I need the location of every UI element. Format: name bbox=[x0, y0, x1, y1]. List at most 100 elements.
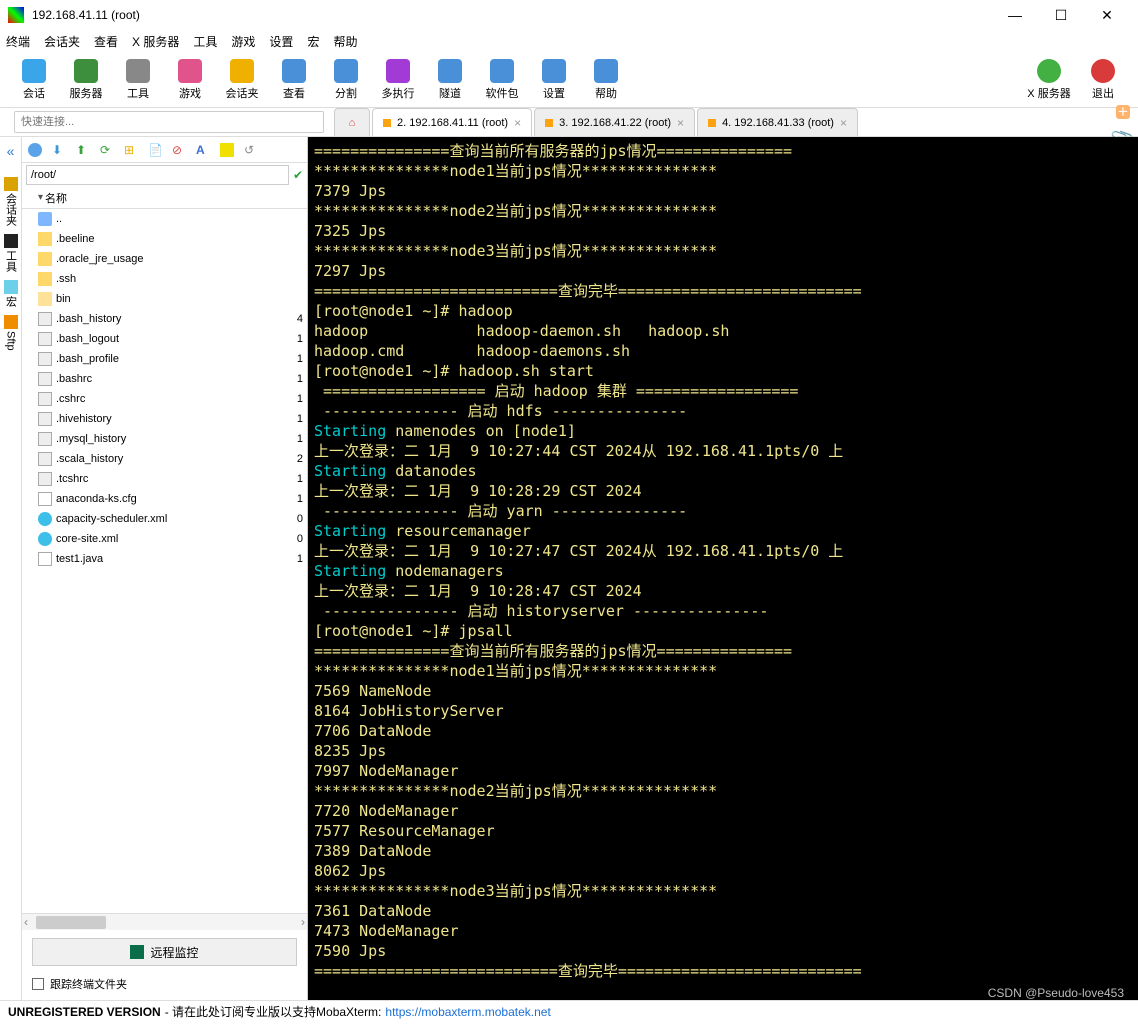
tool-游戏[interactable]: 游戏 bbox=[164, 59, 216, 101]
menu-会话夹[interactable]: 会话夹 bbox=[44, 33, 80, 50]
file-row[interactable]: .bash_profile1 bbox=[22, 349, 307, 369]
minimize-button[interactable]: — bbox=[992, 0, 1038, 30]
close-tab-icon[interactable]: × bbox=[677, 116, 684, 130]
menu-设置[interactable]: 设置 bbox=[269, 33, 293, 50]
file-icon bbox=[38, 272, 52, 286]
side-Sftp[interactable]: Sftp bbox=[3, 315, 19, 351]
sftp-panel: ⬇ ⬆ ⟳ ⊞ 📄 ⊘ A ↺ ✔ ▾ 名称 ...beeline.oracle… bbox=[22, 137, 308, 1000]
file-row[interactable]: .mysql_history1 bbox=[22, 429, 307, 449]
tool-X 服务器[interactable]: X 服务器 bbox=[1022, 59, 1076, 101]
follow-checkbox[interactable] bbox=[32, 978, 44, 990]
file-row[interactable]: .scala_history2 bbox=[22, 449, 307, 469]
side-会话夹[interactable]: 会话夹 bbox=[3, 177, 19, 226]
file-list[interactable]: ...beeline.oracle_jre_usage.sshbin.bash_… bbox=[22, 209, 307, 913]
side-icon bbox=[4, 280, 18, 294]
status-text: - 请在此处订阅专业版以支持MobaXterm: bbox=[165, 1003, 382, 1020]
file-icon bbox=[38, 372, 52, 386]
home-icon: ⌂ bbox=[349, 117, 356, 129]
download-icon[interactable]: ⬇ bbox=[52, 143, 66, 157]
h-scrollbar[interactable] bbox=[22, 913, 307, 930]
tool-设置[interactable]: 设置 bbox=[528, 59, 580, 101]
tool-隧道[interactable]: 隧道 bbox=[424, 59, 476, 101]
lightning-icon bbox=[383, 119, 391, 127]
file-icon bbox=[38, 532, 52, 546]
menu-游戏[interactable]: 游戏 bbox=[231, 33, 255, 50]
upload-icon[interactable]: ⬆ bbox=[76, 143, 90, 157]
file-row[interactable]: .ssh bbox=[22, 269, 307, 289]
maximize-button[interactable]: ☐ bbox=[1038, 0, 1084, 30]
file-icon bbox=[38, 392, 52, 406]
newfolder-icon[interactable]: ⊞ bbox=[124, 143, 138, 157]
menu-X 服务器[interactable]: X 服务器 bbox=[132, 33, 179, 50]
tool-服务器[interactable]: 服务器 bbox=[60, 59, 112, 101]
file-row[interactable]: .bashrc1 bbox=[22, 369, 307, 389]
close-tab-icon[interactable]: × bbox=[840, 116, 847, 130]
close-tab-icon[interactable]: × bbox=[514, 116, 521, 130]
refresh-icon[interactable]: ⟳ bbox=[100, 143, 114, 157]
highlight-icon[interactable] bbox=[220, 143, 234, 157]
tab-home[interactable]: ⌂ bbox=[334, 108, 370, 136]
file-row[interactable]: .hivehistory1 bbox=[22, 409, 307, 429]
tool-帮助[interactable]: 帮助 bbox=[580, 59, 632, 101]
globe-icon[interactable] bbox=[28, 143, 42, 157]
titlebar: 192.168.41.11 (root) — ☐ ✕ bbox=[0, 0, 1138, 30]
status-link[interactable]: https://mobaxterm.mobatek.net bbox=[385, 1005, 550, 1019]
quick-row: ⌂ 2. 192.168.41.11 (root)×3. 192.168.41.2… bbox=[0, 108, 1138, 136]
tool-会话[interactable]: 会话 bbox=[8, 59, 60, 101]
follow-label: 跟踪终端文件夹 bbox=[50, 976, 127, 992]
collapse-icon[interactable]: « bbox=[7, 143, 15, 159]
tool-软件包[interactable]: 软件包 bbox=[476, 59, 528, 101]
tab-session[interactable]: 3. 192.168.41.22 (root)× bbox=[534, 108, 695, 136]
tool-多执行[interactable]: 多执行 bbox=[372, 59, 424, 101]
file-icon bbox=[38, 552, 52, 566]
file-row[interactable]: .bash_logout1 bbox=[22, 329, 307, 349]
path-ok-icon: ✔ bbox=[293, 168, 303, 182]
remote-monitor-button[interactable]: 远程监控 bbox=[32, 938, 297, 966]
add-tab-icon[interactable]: + bbox=[1116, 105, 1130, 119]
file-row[interactable]: .beeline bbox=[22, 229, 307, 249]
tool-icon bbox=[438, 59, 462, 83]
tool-icon bbox=[230, 59, 254, 83]
delete-icon[interactable]: ⊘ bbox=[172, 143, 186, 157]
sftp-path-input[interactable] bbox=[26, 165, 289, 185]
file-row[interactable]: test1.java1 bbox=[22, 549, 307, 569]
file-row[interactable]: .cshrc1 bbox=[22, 389, 307, 409]
menu-工具[interactable]: 工具 bbox=[193, 33, 217, 50]
newfile-icon[interactable]: 📄 bbox=[148, 143, 162, 157]
file-icon bbox=[38, 312, 52, 326]
tab-session[interactable]: 2. 192.168.41.11 (root)× bbox=[372, 108, 532, 136]
quick-connect-input[interactable] bbox=[14, 111, 324, 133]
file-header[interactable]: ▾ 名称 bbox=[22, 187, 307, 209]
terminal[interactable]: ===============查询当前所有服务器的jps情况==========… bbox=[308, 137, 1138, 1000]
menubar: 终端会话夹查看 X 服务器工具游戏设置宏帮助 bbox=[0, 30, 1138, 52]
file-icon bbox=[38, 512, 52, 526]
menu-帮助[interactable]: 帮助 bbox=[333, 33, 357, 50]
tool-分割[interactable]: 分割 bbox=[320, 59, 372, 101]
tool-会话夹[interactable]: 会话夹 bbox=[216, 59, 268, 101]
file-row[interactable]: bin bbox=[22, 289, 307, 309]
tab-session[interactable]: 4. 192.168.41.33 (root)× bbox=[697, 108, 858, 136]
file-row[interactable]: .. bbox=[22, 209, 307, 229]
menu-查看[interactable]: 查看 bbox=[94, 33, 118, 50]
side-icon bbox=[4, 315, 18, 329]
file-row[interactable]: capacity-scheduler.xml0 bbox=[22, 509, 307, 529]
side-宏[interactable]: 宏 bbox=[3, 280, 19, 307]
side-工具[interactable]: 工具 bbox=[3, 234, 19, 272]
tool-icon bbox=[542, 59, 566, 83]
lightning-icon bbox=[708, 119, 716, 127]
tool-查看[interactable]: 查看 bbox=[268, 59, 320, 101]
file-row[interactable]: .tcshrc1 bbox=[22, 469, 307, 489]
menu-宏[interactable]: 宏 bbox=[307, 33, 319, 50]
letter-icon[interactable]: A bbox=[196, 143, 210, 157]
tool-工具[interactable]: 工具 bbox=[112, 59, 164, 101]
file-row[interactable]: .oracle_jre_usage bbox=[22, 249, 307, 269]
tool-icon bbox=[594, 59, 618, 83]
tool-退出[interactable]: 退出 bbox=[1076, 59, 1130, 101]
history-icon[interactable]: ↺ bbox=[244, 143, 258, 157]
file-icon bbox=[38, 492, 52, 506]
file-row[interactable]: .bash_history4 bbox=[22, 309, 307, 329]
file-row[interactable]: core-site.xml0 bbox=[22, 529, 307, 549]
menu-终端[interactable]: 终端 bbox=[6, 33, 30, 50]
close-button[interactable]: ✕ bbox=[1084, 0, 1130, 30]
file-row[interactable]: anaconda-ks.cfg1 bbox=[22, 489, 307, 509]
